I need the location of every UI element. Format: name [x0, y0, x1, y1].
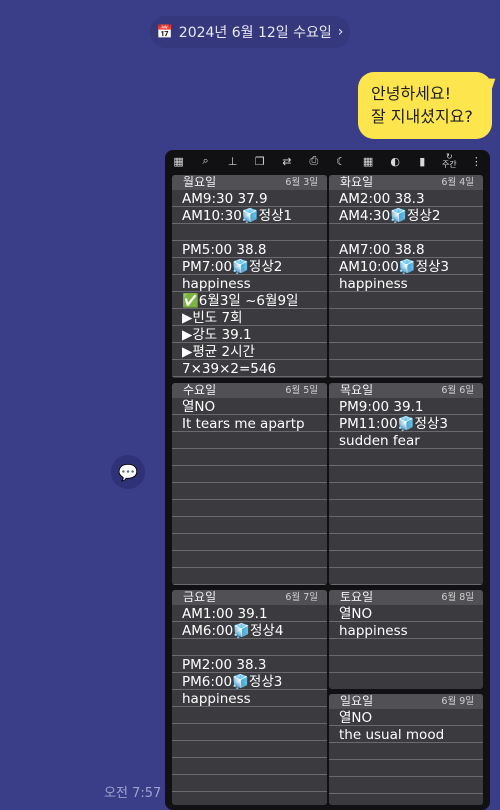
chevron-right-icon: › — [337, 24, 344, 40]
entry-line: 열NO — [339, 606, 373, 622]
entry-line — [182, 225, 323, 242]
grid-icon[interactable]: ▦ — [357, 155, 379, 168]
entry-line: ▶빈도 7회 — [182, 310, 243, 326]
weekly-calendar-image[interactable]: ▦ ⌕ ⊥ ❐ ⇄ ⎙ ☾ ▦ ◐ ▮ ↻ 주간 ⋮ 월요일 6월 3일 AM9:… — [165, 150, 490, 810]
day-cell-sat[interactable]: 토요일 6월 8일 열NO happiness — [329, 590, 483, 689]
entry-line: AM9:30 37.9 — [182, 191, 268, 207]
entry-line: 열NO — [339, 710, 373, 726]
entry-line: sudden fear — [339, 433, 420, 449]
print-icon[interactable]: ⎙ — [303, 154, 325, 168]
day-cell-wed[interactable]: 수요일 6월 5일 열NO It tears me apartp — [172, 383, 327, 585]
message-line-2: 잘 지내셨지요? — [371, 107, 473, 126]
message-line-1: 안녕하세요! — [371, 84, 452, 103]
entry-line: PM11:00🧊정상3 — [339, 416, 448, 432]
entry-line: PM2:00 38.3 — [182, 657, 267, 673]
entry-line: AM1:00 39.1 — [182, 606, 268, 622]
day-date: 6월 4일 — [441, 177, 474, 188]
moon-icon[interactable]: ☾ — [330, 155, 352, 168]
copy-icon[interactable]: ❐ — [249, 155, 271, 168]
day-date: 6월 7일 — [285, 592, 318, 603]
entry-line: happiness — [339, 276, 408, 292]
reply-button[interactable]: 💬 — [111, 455, 145, 489]
day-name: 토요일 — [340, 590, 374, 604]
day-cell-fri[interactable]: 금요일 6월 7일 AM1:00 39.1 AM6:00🧊정상4 PM2:00 38… — [172, 590, 327, 805]
entry-line: 열NO — [182, 399, 216, 415]
day-name: 금요일 — [183, 590, 217, 604]
entry-line: PM5:00 38.8 — [182, 242, 267, 258]
message-time: 오전 7:57 — [104, 786, 162, 801]
day-cell-thu[interactable]: 목요일 6월 6일 PM9:00 39.1 PM11:00🧊정상3 sudden f… — [329, 383, 483, 585]
day-name: 월요일 — [183, 175, 217, 189]
day-date: 6월 9일 — [441, 696, 474, 707]
entry-line: AM10:30🧊정상1 — [182, 208, 293, 224]
entry-line: happiness — [339, 623, 408, 639]
entry-line: happiness — [182, 691, 251, 707]
entry-line: happiness — [182, 276, 251, 292]
book-icon[interactable]: ▮ — [411, 155, 433, 168]
entry-line: PM9:00 39.1 — [339, 399, 424, 415]
week-icon[interactable]: ↻ 주간 — [438, 153, 460, 169]
date-label: 2024년 6월 12일 수요일 — [178, 25, 332, 41]
entry-line: ✅6월3일 ~6월9일 — [182, 293, 299, 309]
calendar-icon: 📅 — [156, 24, 173, 40]
entry-line: AM6:00🧊정상4 — [182, 623, 284, 639]
entry-line: ▶강도 39.1 — [182, 327, 252, 343]
day-name: 일요일 — [340, 694, 374, 708]
more-icon[interactable]: ⋮ — [465, 155, 487, 168]
day-name: 화요일 — [340, 175, 374, 189]
entry-line: AM7:00 38.8 — [339, 242, 425, 258]
calendar-icon[interactable]: ▦ — [168, 155, 190, 168]
day-cell-mon[interactable]: 월요일 6월 3일 AM9:30 37.9 AM10:30🧊정상1 PM5:00 3… — [172, 175, 327, 378]
entry-line: PM7:00🧊정상2 — [182, 259, 283, 275]
day-date: 6월 6일 — [441, 385, 474, 396]
entry-line: AM2:00 38.3 — [339, 191, 425, 207]
entry-line: PM6:00🧊정상3 — [182, 674, 283, 690]
search-icon[interactable]: ⌕ — [195, 154, 217, 168]
entry-line: It tears me apartp — [182, 416, 305, 432]
day-name: 수요일 — [183, 383, 217, 397]
date-pill[interactable]: 📅 2024년 6월 12일 수요일 › — [150, 16, 350, 48]
calendar-toolbar: ▦ ⌕ ⊥ ❐ ⇄ ⎙ ☾ ▦ ◐ ▮ ↻ 주간 ⋮ — [165, 150, 490, 172]
repeat-icon[interactable]: ⇄ — [276, 155, 298, 168]
palette-icon[interactable]: ◐ — [384, 155, 406, 168]
day-cell-tue[interactable]: 화요일 6월 4일 AM2:00 38.3 AM4:30🧊정상2 AM7:00 38… — [329, 175, 483, 378]
day-date: 6월 5일 — [285, 385, 318, 396]
speech-bubble-icon: 💬 — [118, 462, 138, 482]
entry-line: AM4:30🧊정상2 — [339, 208, 441, 224]
entry-line: AM10:00🧊정상3 — [339, 259, 450, 275]
entry-line: 7×39×2=546 — [182, 361, 277, 377]
day-date: 6월 3일 — [285, 177, 318, 188]
stamp-icon[interactable]: ⊥ — [222, 155, 244, 168]
message-bubble[interactable]: 안녕하세요! 잘 지내셨지요? — [358, 72, 499, 139]
entry-line: the usual mood — [339, 727, 445, 743]
day-name: 목요일 — [340, 383, 374, 397]
entry-line — [182, 640, 323, 657]
entry-line — [339, 225, 479, 242]
entry-line: ▶평균 2시간 — [182, 344, 255, 360]
day-cell-sun[interactable]: 일요일 6월 9일 열NO the usual mood — [329, 694, 483, 805]
day-date: 6월 8일 — [441, 592, 474, 603]
